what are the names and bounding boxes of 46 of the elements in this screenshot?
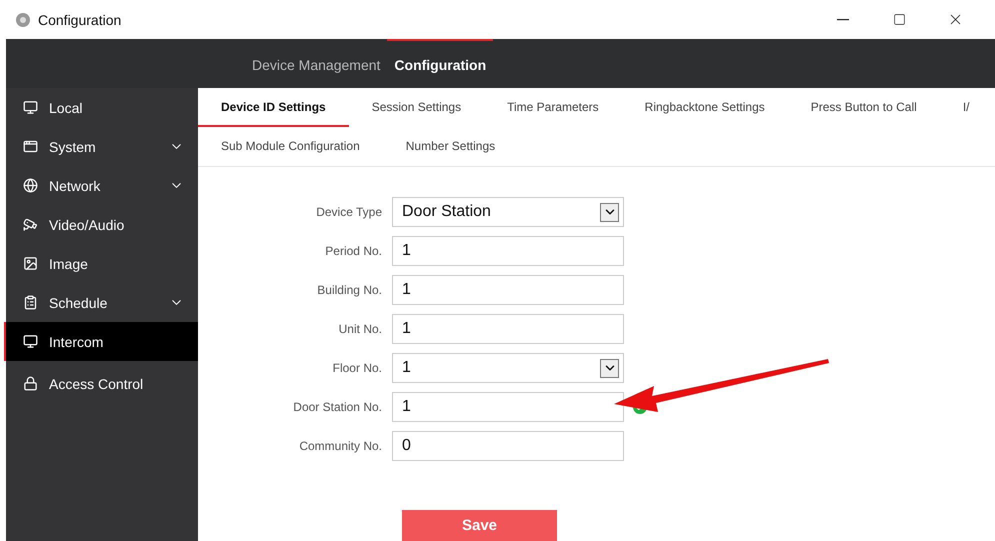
window-title: Configuration	[38, 12, 122, 28]
window-icon	[23, 139, 38, 154]
sidebar-item[interactable]: Video/Audio	[4, 205, 198, 244]
sidebar-item[interactable]: Schedule	[4, 283, 198, 322]
field-label: Door Station No.	[292, 400, 383, 414]
sidebar-item[interactable]: System	[4, 127, 198, 166]
input-field[interactable]: 0	[392, 431, 624, 461]
caret-icon	[600, 358, 619, 378]
clipboard-icon	[23, 295, 38, 310]
image-icon	[23, 256, 38, 271]
sidebar-item[interactable]: Intercom	[4, 322, 198, 361]
tab[interactable]: Sub Module Configuration	[198, 127, 383, 166]
field-label: Floor No.	[332, 361, 383, 375]
tab[interactable]: I/	[940, 88, 970, 127]
field-label: Building No.	[316, 283, 383, 297]
globe-icon	[23, 178, 38, 193]
nav-tab[interactable]: Configuration	[387, 39, 494, 88]
monitor-icon	[23, 100, 38, 115]
sidebar-item[interactable]: Local	[4, 88, 198, 127]
monitor-icon	[23, 334, 38, 349]
dropdown[interactable]: 1	[392, 353, 624, 383]
tab[interactable]: Press Button to Call	[788, 88, 940, 127]
maximize-icon	[892, 13, 906, 26]
tab[interactable]: Session Settings	[348, 88, 484, 127]
input-field[interactable]: 1	[392, 236, 624, 266]
input-field[interactable]: 1	[392, 314, 624, 344]
field-label: Device Type	[315, 205, 383, 219]
sidebar-item[interactable]: Access Control	[4, 361, 198, 406]
field-label: Community No.	[298, 439, 383, 453]
camera-icon	[23, 217, 38, 232]
caret-icon	[600, 202, 619, 222]
input-field[interactable]: 1	[392, 392, 624, 422]
sidebar-item[interactable]: Image	[4, 244, 198, 283]
tab[interactable]: Time Parameters	[484, 88, 622, 127]
lock-icon	[23, 376, 38, 391]
input-field[interactable]: 1	[392, 275, 624, 305]
nav-tab[interactable]: Device Management	[245, 41, 388, 88]
tab[interactable]: Ringbacktone Settings	[622, 88, 788, 127]
field-label: Unit No.	[338, 322, 383, 336]
sidebar-item[interactable]: Network	[4, 166, 198, 205]
dropdown[interactable]: Door Station	[392, 197, 624, 227]
field-label: Period No.	[324, 244, 383, 258]
gear-icon	[14, 10, 32, 28]
minimize-icon	[837, 18, 849, 20]
tab[interactable]: Number Settings	[382, 127, 518, 166]
tab[interactable]: Device ID Settings	[198, 88, 349, 127]
